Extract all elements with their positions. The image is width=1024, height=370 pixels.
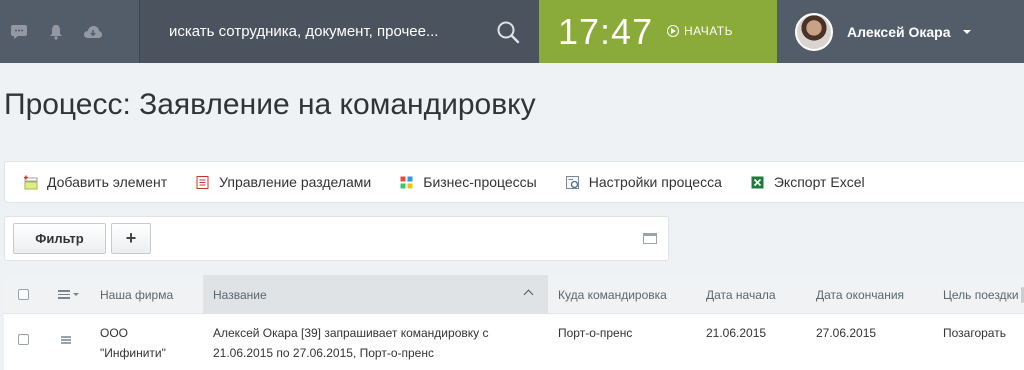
chat-icon[interactable] — [9, 22, 29, 42]
work-timer: 17:47 НАЧАТЬ — [539, 0, 777, 63]
cell-company: ООО "Инфинити" — [100, 323, 166, 363]
add-filter-button[interactable]: + — [111, 223, 151, 254]
start-workday-button[interactable]: НАЧАТЬ — [667, 24, 733, 38]
column-header-company[interactable]: Наша фирма — [100, 275, 203, 314]
page-title: Процесс: Заявление на командировку — [4, 88, 536, 121]
process-settings-label: Настройки процесса — [588, 174, 722, 190]
bizproc-icon — [399, 175, 414, 190]
filter-bar: Фильтр + — [4, 216, 669, 261]
column-header-purpose[interactable]: Цель поездки — [943, 275, 1019, 314]
cell-end-date: 27.06.2015 — [816, 326, 877, 340]
chevron-down-icon — [73, 293, 79, 296]
cloud-icon[interactable] — [83, 22, 103, 42]
avatar — [795, 12, 833, 51]
cell-company-line2: "Инфинити" — [100, 346, 166, 360]
cell-destination: Порт-о-пренс — [558, 326, 633, 340]
search-box — [140, 0, 539, 63]
column-menu-icon[interactable] — [58, 290, 70, 299]
cell-start-date: 21.06.2015 — [706, 326, 767, 340]
user-menu[interactable]: Алексей Окара — [777, 0, 1024, 63]
add-element-label: Добавить элемент — [47, 174, 168, 190]
business-processes-label: Бизнес-процессы — [423, 174, 537, 190]
table-header: Наша фирма Название Куда командировка Да… — [4, 275, 1024, 314]
column-header-name-label: Название — [213, 287, 267, 302]
select-all-cell — [18, 275, 29, 314]
column-header-start-date[interactable]: Дата начала — [706, 275, 776, 314]
settings-icon — [565, 175, 580, 190]
column-header-end-date[interactable]: Дата окончания — [816, 275, 904, 314]
column-header-name[interactable]: Название — [203, 275, 548, 314]
manage-sections-button[interactable]: Управление разделами — [195, 174, 371, 190]
play-icon — [667, 25, 679, 37]
filter-button[interactable]: Фильтр — [13, 223, 106, 254]
process-settings-button[interactable]: Настройки процесса — [565, 174, 722, 190]
start-label: НАЧАТЬ — [684, 24, 734, 38]
column-settings-cell — [58, 275, 79, 314]
sort-asc-icon — [523, 289, 534, 300]
row-menu-icon[interactable] — [61, 336, 71, 344]
search-icon[interactable] — [496, 20, 520, 44]
clock-time: 17:47 — [558, 11, 654, 52]
row-checkbox[interactable] — [18, 334, 29, 345]
user-name: Алексей Окара — [847, 23, 951, 40]
top-header: 17:47 НАЧАТЬ Алексей Окара — [0, 0, 1024, 63]
export-excel-button[interactable]: Экспорт Excel — [750, 174, 865, 190]
search-input[interactable] — [169, 20, 489, 42]
process-table: Наша фирма Название Куда командировка Да… — [4, 275, 1024, 370]
cell-purpose: Позагорать — [943, 326, 1006, 340]
cell-name-line1: Алексей Окара [39] запрашивает командиро… — [213, 326, 489, 340]
list-toolbar: Добавить элемент Управление разделами Би… — [4, 161, 1024, 203]
row-menu-cell — [61, 336, 71, 344]
bell-icon[interactable] — [46, 22, 66, 42]
table-row[interactable]: ООО "Инфинити" Алексей Окара [39] запраш… — [4, 315, 1024, 370]
add-element-icon — [23, 175, 38, 190]
export-excel-label: Экспорт Excel — [773, 174, 865, 190]
sections-icon — [195, 175, 210, 190]
row-checkbox-cell — [18, 334, 29, 345]
collapse-filter-icon[interactable] — [643, 233, 657, 244]
manage-sections-label: Управление разделами — [219, 174, 372, 190]
business-processes-button[interactable]: Бизнес-процессы — [399, 174, 537, 190]
column-header-destination[interactable]: Куда командировка — [558, 275, 667, 314]
select-all-checkbox[interactable] — [18, 289, 29, 300]
excel-icon — [750, 175, 765, 190]
add-element-button[interactable]: Добавить элемент — [23, 174, 167, 190]
cell-name-line2: 21.06.2015 по 27.06.2015, Порт-о-пренс — [213, 346, 434, 360]
chevron-down-icon — [962, 29, 971, 34]
header-icon-group — [0, 0, 139, 63]
cell-name[interactable]: Алексей Окара [39] запрашивает командиро… — [213, 323, 553, 363]
cell-company-line1: ООО — [100, 326, 129, 340]
